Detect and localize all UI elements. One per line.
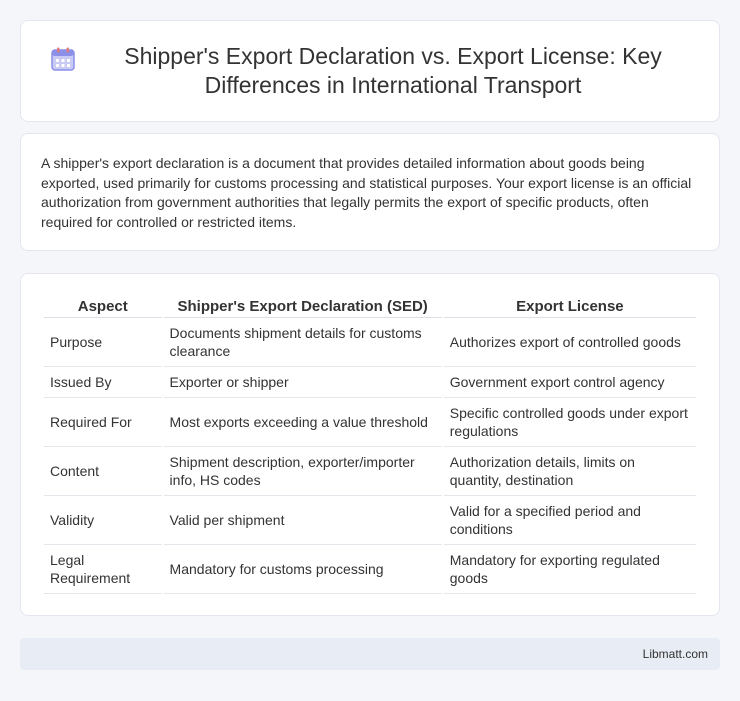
title-card: Shipper's Export Declaration vs. Export … [20, 20, 720, 122]
table-row: Issued By Exporter or shipper Government… [44, 367, 696, 398]
title-wrap: Shipper's Export Declaration vs. Export … [50, 42, 690, 100]
footer: Libmatt.com [20, 638, 720, 670]
table-row: Required For Most exports exceeding a va… [44, 398, 696, 447]
cell-sed: Valid per shipment [163, 496, 442, 545]
cell-export-license: Mandatory for exporting regulated goods [443, 545, 696, 594]
cell-aspect: Required For [44, 398, 162, 447]
cell-export-license: Government export control agency [443, 367, 696, 398]
table-row: Purpose Documents shipment details for c… [44, 318, 696, 367]
cell-aspect: Purpose [44, 318, 162, 367]
table-row: Legal Requirement Mandatory for customs … [44, 545, 696, 594]
cell-sed: Exporter or shipper [163, 367, 442, 398]
cell-aspect: Issued By [44, 367, 162, 398]
table-header-row: Aspect Shipper's Export Declaration (SED… [44, 294, 696, 318]
cell-aspect: Content [44, 447, 162, 496]
intro-paragraph: A shipper's export declaration is a docu… [41, 155, 692, 230]
comparison-table: Aspect Shipper's Export Declaration (SED… [42, 294, 698, 594]
cell-export-license: Authorizes export of controlled goods [443, 318, 696, 367]
header-aspect: Aspect [44, 294, 162, 318]
page-title: Shipper's Export Declaration vs. Export … [124, 43, 662, 98]
footer-link[interactable]: Libmatt.com [643, 647, 708, 661]
cell-aspect: Validity [44, 496, 162, 545]
table-row: Validity Valid per shipment Valid for a … [44, 496, 696, 545]
cell-sed: Mandatory for customs processing [163, 545, 442, 594]
cell-export-license: Authorization details, limits on quantit… [443, 447, 696, 496]
table-row: Content Shipment description, exporter/i… [44, 447, 696, 496]
cell-export-license: Valid for a specified period and conditi… [443, 496, 696, 545]
header-export-license: Export License [443, 294, 696, 318]
cell-aspect: Legal Requirement [44, 545, 162, 594]
comparison-card: Aspect Shipper's Export Declaration (SED… [20, 273, 720, 616]
cell-sed: Documents shipment details for customs c… [163, 318, 442, 367]
intro-card: A shipper's export declaration is a docu… [20, 133, 720, 251]
calendar-icon [51, 47, 75, 71]
header-sed: Shipper's Export Declaration (SED) [163, 294, 442, 318]
cell-sed: Shipment description, exporter/importer … [163, 447, 442, 496]
cell-sed: Most exports exceeding a value threshold [163, 398, 442, 447]
cell-export-license: Specific controlled goods under export r… [443, 398, 696, 447]
